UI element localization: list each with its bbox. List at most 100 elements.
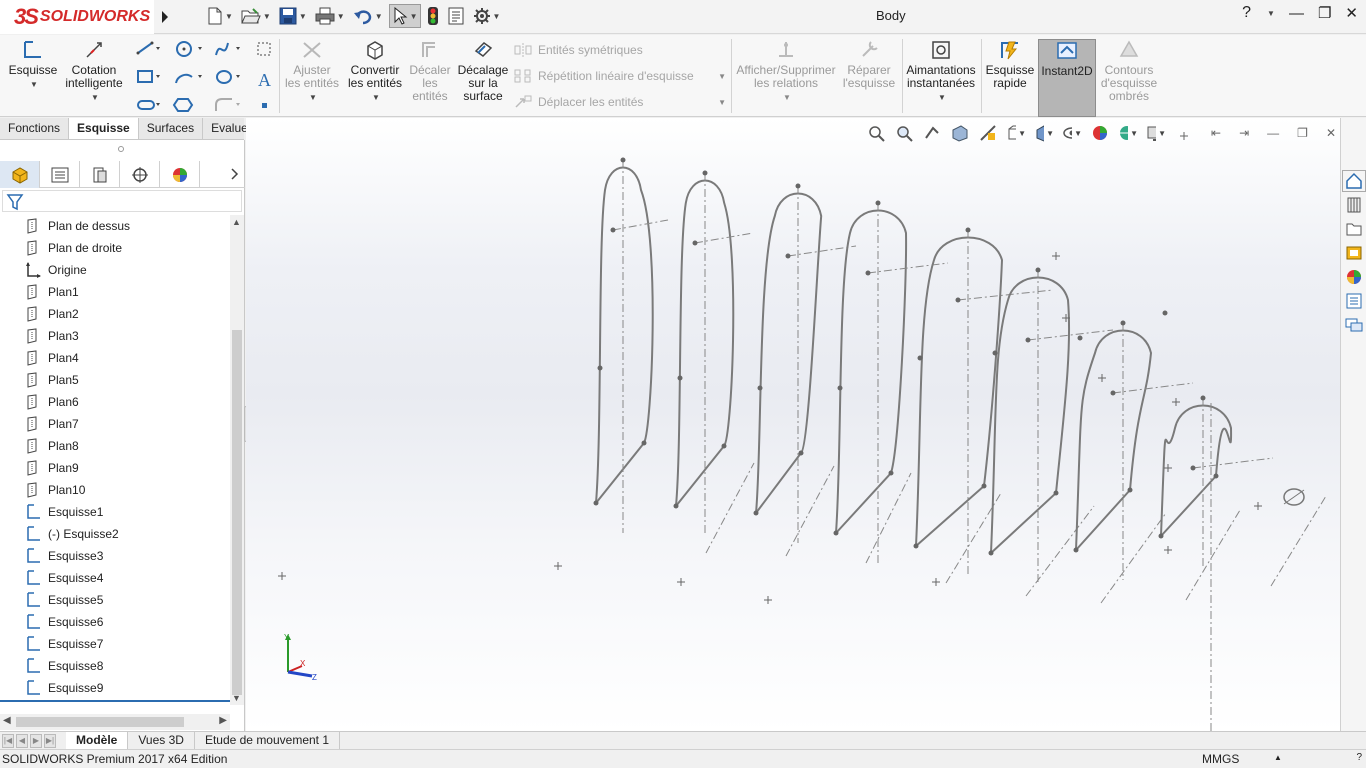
tree-rollback-bar[interactable]: [0, 700, 230, 702]
options-icon[interactable]: ▼: [471, 4, 503, 28]
print-icon[interactable]: ▼: [313, 4, 347, 28]
cotation-intelligente-button[interactable]: Cotation intelligente ▼: [62, 39, 126, 104]
ajuster-entites-button[interactable]: Ajuster les entités ▼: [284, 39, 340, 104]
tree-item-label: Esquisse9: [48, 681, 104, 695]
tree-item[interactable]: Esquisse9: [0, 677, 230, 699]
first-tab-icon[interactable]: |◀: [2, 733, 14, 748]
sketch-point: [753, 510, 759, 516]
dimxpert-icon: [131, 166, 148, 183]
last-tab-icon[interactable]: ▶|: [44, 733, 56, 748]
tree-item[interactable]: Plan2: [0, 303, 230, 325]
tree-item[interactable]: Plan de droite: [0, 237, 230, 259]
panel-grip-icon[interactable]: [118, 146, 124, 152]
tree-item[interactable]: Esquisse8: [0, 655, 230, 677]
custom-properties-icon[interactable]: [1342, 290, 1366, 312]
select-icon[interactable]: ▼: [388, 4, 421, 28]
save-icon[interactable]: ▼: [277, 4, 309, 28]
decaler-entites-button[interactable]: Décaler les entités: [406, 39, 454, 103]
sketch-point: [620, 157, 626, 163]
file-properties-icon[interactable]: [445, 4, 467, 28]
help-button[interactable]: ?: [1242, 4, 1251, 22]
tab-fonctions[interactable]: Fonctions: [0, 118, 70, 139]
solidworks-resources-icon[interactable]: [1342, 170, 1366, 192]
scroll-down-icon[interactable]: ▼: [232, 693, 241, 703]
tree-item[interactable]: Plan6: [0, 391, 230, 413]
prev-tab-icon[interactable]: ◀: [16, 733, 28, 748]
close-icon[interactable]: ✕: [1345, 4, 1358, 22]
circle-icon: [176, 41, 202, 57]
tree-vertical-scrollbar[interactable]: ▲ ▼: [230, 215, 244, 705]
tree-hscroll-thumb[interactable]: [16, 717, 184, 727]
next-tab-icon[interactable]: ▶: [30, 733, 42, 748]
tab-esquisse[interactable]: Esquisse: [69, 118, 139, 139]
tab-surfaces[interactable]: Surfaces: [139, 118, 204, 139]
scroll-up-icon[interactable]: ▲: [232, 217, 241, 227]
tree-item[interactable]: Plan4: [0, 347, 230, 369]
dimxpert-tab[interactable]: [120, 161, 160, 188]
new-document-icon[interactable]: ▼: [205, 4, 235, 28]
aimantations-button[interactable]: Aimantations instantanées ▼: [904, 39, 978, 104]
esquisse-rapide-button[interactable]: Esquisse rapide: [984, 39, 1036, 90]
decalage-surface-button[interactable]: Décalage sur la surface: [456, 39, 510, 103]
tree-item[interactable]: Esquisse5: [0, 589, 230, 611]
instant2d-button[interactable]: Instant2D: [1038, 39, 1096, 117]
help-dropdown-icon[interactable]: ▼: [1267, 9, 1275, 18]
tree-item[interactable]: Plan7: [0, 413, 230, 435]
units-selector[interactable]: MMGS: [1202, 752, 1239, 766]
file-explorer-icon[interactable]: [1342, 218, 1366, 240]
tree-item[interactable]: Esquisse7: [0, 633, 230, 655]
status-help-icon[interactable]: ?: [1356, 752, 1362, 763]
tree-item[interactable]: Plan de dessus: [0, 215, 230, 237]
tree-item[interactable]: Esquisse1: [0, 501, 230, 523]
tree-item[interactable]: Esquisse4: [0, 567, 230, 589]
sketch-point: [1073, 547, 1079, 553]
sketch-profile-arch: [915, 236, 1004, 547]
esquisse-button[interactable]: Esquisse ▼: [8, 39, 58, 91]
forum-icon[interactable]: [1342, 314, 1366, 336]
reparer-esquisse-button[interactable]: Réparer l'esquisse: [840, 39, 898, 90]
rebuild-icon[interactable]: [425, 4, 441, 28]
tab-etude-mouvement[interactable]: Etude de mouvement 1: [195, 731, 341, 750]
entites-symetriques-button[interactable]: Entités symétriques: [514, 43, 643, 57]
tree-item[interactable]: Origine: [0, 259, 230, 281]
undo-icon[interactable]: ▼: [351, 4, 385, 28]
tab-modele[interactable]: Modèle: [66, 731, 129, 750]
tree-item[interactable]: Plan1: [0, 281, 230, 303]
tree-item[interactable]: Plan5: [0, 369, 230, 391]
deplacer-entites-button[interactable]: Déplacer les entités ▼: [514, 95, 726, 109]
minimize-icon[interactable]: —: [1289, 5, 1304, 22]
graphics-area[interactable]: ▼ ▼ ▼ ▼ ▼ ⇤ ⇥ — ❐ ✕ Y X Z: [246, 118, 1340, 732]
solidworks-logo[interactable]: 3S SOLIDWORKS: [0, 0, 154, 34]
tree-filter[interactable]: [2, 190, 242, 212]
featuremanager-tab[interactable]: [0, 161, 40, 188]
open-icon[interactable]: ▼: [239, 4, 273, 28]
convertir-entites-button[interactable]: Convertir les entités ▼: [346, 39, 404, 104]
units-dropdown-icon[interactable]: ▲: [1274, 753, 1282, 762]
appearances-icon[interactable]: [1342, 266, 1366, 288]
tree-item[interactable]: Plan8: [0, 435, 230, 457]
afficher-relations-button[interactable]: Afficher/Supprimer les relations ▼: [736, 39, 836, 104]
display-manager-tab[interactable]: [160, 161, 200, 188]
manager-tabs-more-icon[interactable]: [225, 161, 245, 187]
tree-horizontal-scrollbar[interactable]: ◀ ▶: [0, 714, 230, 730]
view-palette-icon[interactable]: [1342, 242, 1366, 264]
configuration-manager-icon: [93, 167, 106, 182]
configurationmanager-tab[interactable]: [80, 161, 120, 188]
tab-vues-3d[interactable]: Vues 3D: [128, 731, 195, 750]
contours-ombres-button[interactable]: Contours d'esquisse ombrés: [1100, 39, 1158, 103]
tree-item[interactable]: Esquisse6: [0, 611, 230, 633]
restore-icon[interactable]: ❐: [1318, 4, 1331, 22]
tree-item[interactable]: Plan3: [0, 325, 230, 347]
tree-item[interactable]: Plan10: [0, 479, 230, 501]
design-library-icon[interactable]: [1342, 194, 1366, 216]
tree-item[interactable]: (-) Esquisse2: [0, 523, 230, 545]
scroll-right-icon[interactable]: ▶: [219, 715, 227, 726]
repetition-lineaire-button[interactable]: Répétition linéaire d'esquisse ▼: [514, 69, 726, 83]
tree-scroll-thumb[interactable]: [232, 330, 242, 695]
expand-menu-icon[interactable]: [157, 6, 173, 28]
tree-item[interactable]: Plan9: [0, 457, 230, 479]
tree-item[interactable]: Esquisse3: [0, 545, 230, 567]
scroll-left-icon[interactable]: ◀: [3, 715, 11, 726]
mirror-entities-icon: [514, 43, 532, 57]
propertymanager-tab[interactable]: [40, 161, 80, 188]
